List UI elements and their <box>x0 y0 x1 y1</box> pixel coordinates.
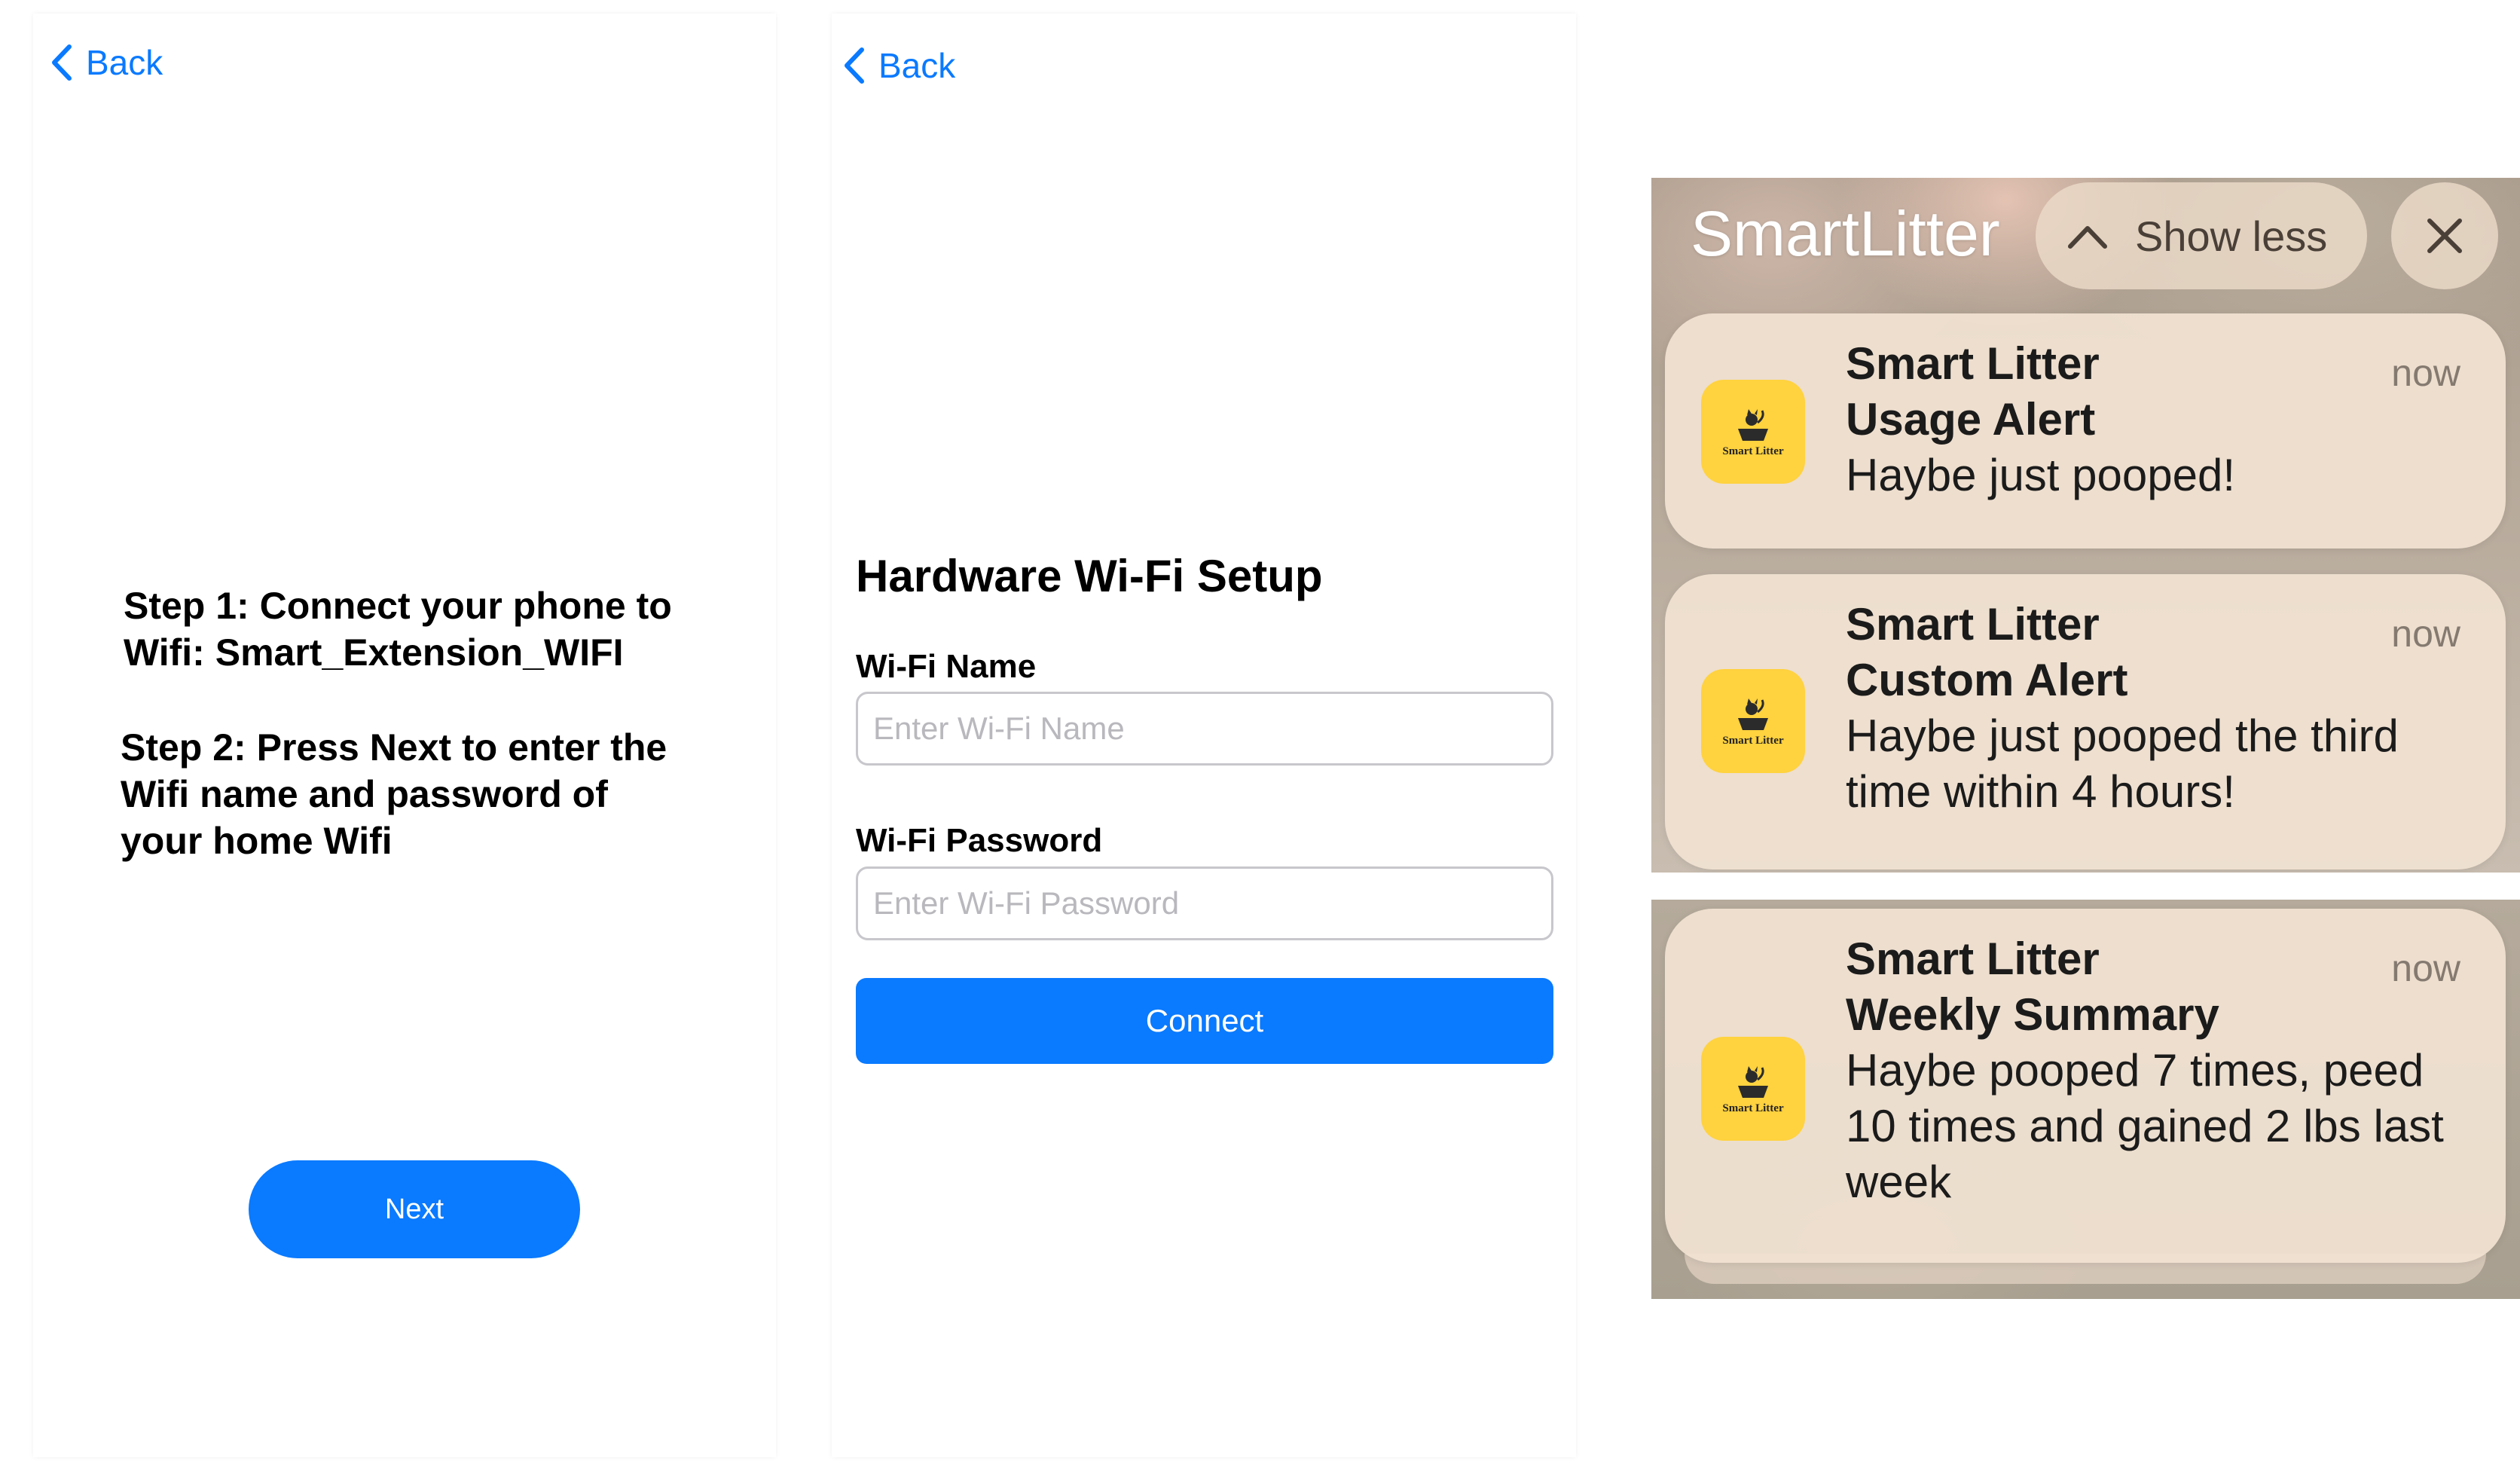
smart-litter-app-icon: Smart Litter <box>1701 1037 1805 1141</box>
cat-litter-icon <box>1738 408 1768 441</box>
cat-litter-icon <box>1738 698 1768 730</box>
notification-title: Weekly Summary <box>1846 989 2219 1040</box>
notification-body: Haybe just pooped the third time within … <box>1846 711 2399 817</box>
connect-button[interactable]: Connect <box>856 978 1553 1064</box>
notification-app-heading: SmartLitter <box>1691 198 2000 269</box>
back-button[interactable]: Back <box>48 42 163 83</box>
back-label: Back <box>86 43 163 82</box>
step-1-text: Step 1: Connect your phone to Wifi: Smar… <box>124 585 672 674</box>
notification-app-name: Smart Litter <box>1846 338 2100 389</box>
cat-litter-icon <box>1738 1065 1768 1098</box>
notification-title: Custom Alert <box>1846 655 2128 705</box>
notification-body: Haybe just pooped! <box>1846 450 2236 500</box>
notification-app-name: Smart Litter <box>1846 599 2100 649</box>
wifi-name-input[interactable] <box>856 692 1553 766</box>
chevron-left-icon <box>52 44 72 81</box>
wifi-password-input[interactable] <box>856 866 1553 940</box>
app-icon-text: Smart Litter <box>1722 445 1784 457</box>
show-less-button[interactable]: Show less <box>2036 182 2367 289</box>
notification-content: Smart Litter Usage Alert Haybe just poop… <box>1846 336 2448 503</box>
wifi-password-label: Wi-Fi Password <box>856 822 1103 859</box>
close-icon <box>2427 219 2462 253</box>
wifi-setup-screen: Back Hardware Wi-Fi Setup Wi-Fi Name Wi-… <box>832 14 1576 1457</box>
chevron-left-icon <box>845 47 864 84</box>
notification-content: Smart Litter Custom Alert Haybe just poo… <box>1846 597 2448 820</box>
back-button[interactable]: Back <box>841 45 955 86</box>
back-label: Back <box>878 46 956 85</box>
show-less-label: Show less <box>2135 212 2328 260</box>
app-icon-text: Smart Litter <box>1722 734 1784 747</box>
notification-body: Haybe pooped 7 times, peed 10 times and … <box>1846 1045 2444 1207</box>
notification-time: now <box>2391 613 2460 655</box>
notification-title: Usage Alert <box>1846 394 2096 445</box>
smart-litter-app-icon: Smart Litter <box>1701 380 1805 484</box>
instructions-screen: Back Step 1: Connect your phone to Wifi:… <box>33 14 776 1457</box>
notification-card[interactable]: Smart Litter Smart Litter Custom Alert H… <box>1665 574 2506 870</box>
notification-time: now <box>2391 352 2460 394</box>
app-icon-text: Smart Litter <box>1722 1102 1784 1114</box>
wifi-name-label: Wi-Fi Name <box>856 648 1037 685</box>
notification-app-name: Smart Litter <box>1846 934 2100 984</box>
page-title: Hardware Wi-Fi Setup <box>856 551 1323 601</box>
notification-time: now <box>2391 947 2460 989</box>
next-button[interactable]: Next <box>249 1160 580 1258</box>
notification-card[interactable]: Smart Litter Smart Litter Weekly Summary… <box>1665 909 2506 1263</box>
notification-card[interactable]: Smart Litter Smart Litter Usage Alert Ha… <box>1665 313 2506 549</box>
notification-group: SmartLitter Show less Smart Litter Smart… <box>1651 178 2520 873</box>
smart-litter-app-icon: Smart Litter <box>1701 669 1805 773</box>
step-2-text: Step 2: Press Next to enter the Wifi nam… <box>121 726 667 862</box>
close-button[interactable] <box>2391 182 2498 289</box>
notification-content: Smart Litter Weekly Summary Haybe pooped… <box>1846 931 2448 1210</box>
notification-single: Smart Litter Smart Litter Weekly Summary… <box>1651 900 2520 1299</box>
chevron-up-icon <box>2068 226 2107 249</box>
